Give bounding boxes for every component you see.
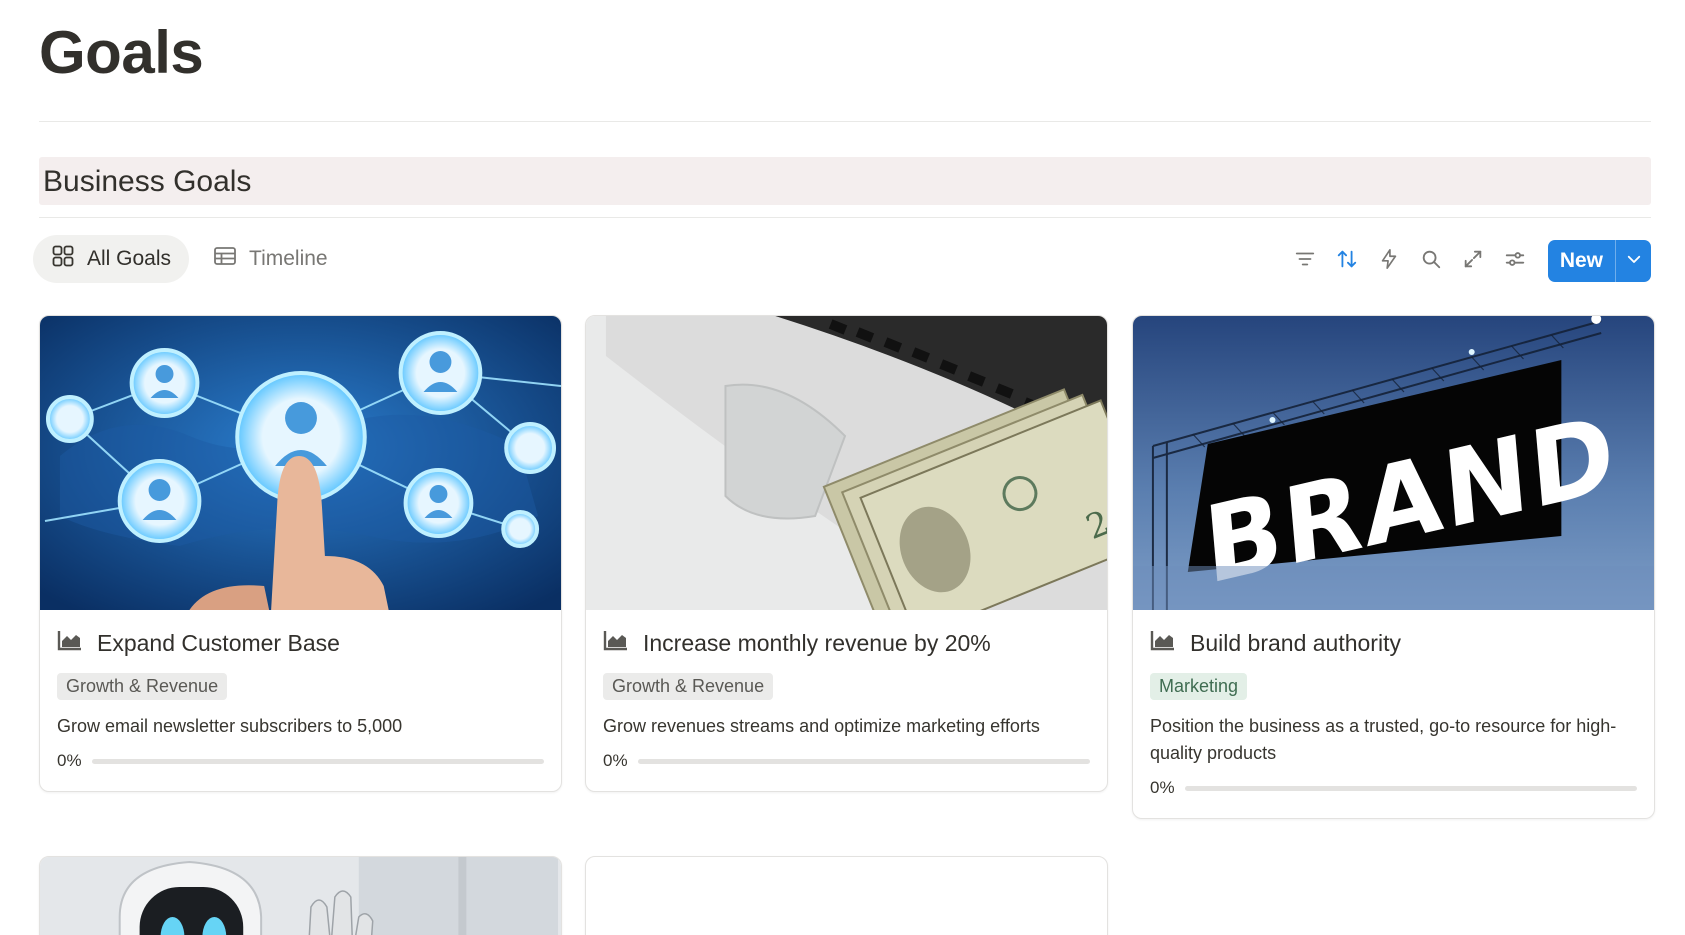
- progress-label: 0%: [57, 751, 82, 770]
- expand-button[interactable]: [1452, 241, 1494, 281]
- progress-bar: [1184, 785, 1637, 791]
- gallery-icon: [51, 244, 75, 274]
- tab-all-goals[interactable]: All Goals: [33, 235, 190, 283]
- card-description: Grow email newsletter subscribers to 5,0…: [57, 716, 403, 736]
- expand-icon: [1462, 248, 1484, 275]
- section-title: Business Goals: [43, 165, 252, 198]
- table-icon: [213, 244, 237, 274]
- network-people-image: [40, 316, 561, 610]
- page-title: Goals: [39, 19, 204, 86]
- view-settings-button[interactable]: [1494, 241, 1536, 281]
- filter-icon: [1294, 248, 1316, 275]
- brand-sign-image: BRAND: [1133, 316, 1654, 610]
- progress-bar: [91, 758, 544, 764]
- goal-card[interactable]: [585, 856, 1108, 935]
- chart-area-icon: [57, 629, 83, 657]
- goal-card[interactable]: Expand Customer Base Growth & Revenue Gr…: [39, 315, 562, 792]
- title-divider: [39, 121, 1651, 122]
- goal-card[interactable]: BRAND Build brand authority Marketing Po…: [1132, 315, 1655, 819]
- new-button[interactable]: New: [1548, 240, 1615, 282]
- category-tag: Marketing: [1150, 673, 1248, 700]
- progress-row: 0%: [603, 751, 1090, 771]
- tab-label: Timeline: [249, 247, 328, 270]
- card-title-text: Increase monthly revenue by 20%: [643, 629, 991, 656]
- goals-page: Goals Business Goals All Goals Timeline …: [0, 0, 1685, 935]
- lightning-icon: [1378, 248, 1400, 275]
- sort-icon: [1336, 248, 1358, 275]
- goal-card[interactable]: 20 Increase monthly revenue by 20% Growt…: [585, 315, 1108, 792]
- card-title-text: Expand Customer Base: [97, 629, 340, 656]
- card-title-text: Build brand authority: [1190, 629, 1401, 656]
- money-laptop-image: 20: [586, 316, 1107, 610]
- progress-row: 0%: [1150, 778, 1637, 798]
- settings-sliders-icon: [1504, 248, 1526, 275]
- progress-row: 0%: [57, 751, 544, 771]
- automation-button[interactable]: [1368, 241, 1410, 281]
- sort-button[interactable]: [1326, 241, 1368, 281]
- card-description: Grow revenues streams and optimize marke…: [603, 716, 1040, 736]
- tab-timeline[interactable]: Timeline: [195, 235, 346, 283]
- chevron-down-icon: [1625, 250, 1643, 273]
- category-tag: Growth & Revenue: [57, 673, 228, 700]
- robot-image: [40, 857, 561, 935]
- section-divider: [39, 217, 1651, 218]
- progress-label: 0%: [603, 751, 628, 770]
- tab-label: All Goals: [87, 247, 172, 270]
- section-header[interactable]: Business Goals: [39, 157, 1651, 205]
- card-title: Expand Customer Base: [57, 626, 544, 660]
- card-description: Position the business as a trusted, go-t…: [1150, 716, 1617, 763]
- filter-button[interactable]: [1284, 241, 1326, 281]
- view-tabs: All Goals Timeline: [33, 235, 346, 283]
- search-button[interactable]: [1410, 241, 1452, 281]
- progress-label: 0%: [1150, 778, 1175, 797]
- new-dropdown-button[interactable]: [1615, 240, 1651, 282]
- card-title: Increase monthly revenue by 20%: [603, 626, 1090, 660]
- category-tag: Growth & Revenue: [603, 673, 774, 700]
- card-title: Build brand authority: [1150, 626, 1637, 660]
- progress-bar: [637, 758, 1090, 764]
- search-icon: [1420, 248, 1442, 275]
- database-toolbar: New: [1284, 240, 1651, 282]
- chart-area-icon: [603, 629, 629, 657]
- chart-area-icon: [1150, 629, 1176, 657]
- goal-card[interactable]: [39, 856, 562, 935]
- new-button-group: New: [1547, 240, 1651, 282]
